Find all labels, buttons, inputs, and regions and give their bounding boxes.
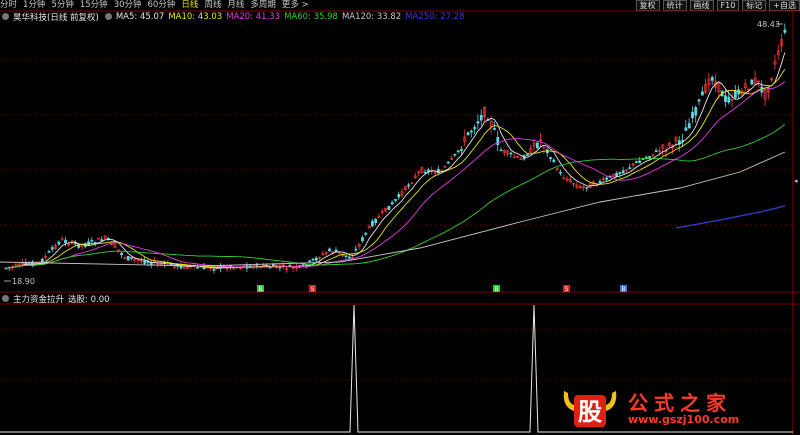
candle-body xyxy=(196,267,199,269)
candle-body xyxy=(733,90,737,98)
candle-body xyxy=(559,171,562,174)
candle-body xyxy=(479,115,483,121)
candle-body xyxy=(750,79,754,85)
candle-body xyxy=(469,130,473,133)
candle-body xyxy=(212,269,216,271)
candle-body xyxy=(460,149,463,151)
candle-body xyxy=(40,258,44,263)
kline-chart[interactable]: 48.43 18.90 B S B S B ◂ xyxy=(0,0,800,435)
candle-body xyxy=(628,167,632,169)
candle-body xyxy=(407,184,411,187)
candle-body xyxy=(648,156,652,159)
signal-marker-text: B xyxy=(621,286,625,293)
candle-body xyxy=(687,123,691,129)
candle-body xyxy=(654,150,658,152)
candle-body xyxy=(535,142,539,149)
candle-body xyxy=(361,237,364,241)
candle-body xyxy=(397,194,401,198)
candle-body xyxy=(724,95,727,103)
logo-url: www.gszj100.com xyxy=(628,413,740,426)
indicator-settings-icon[interactable] xyxy=(2,295,9,302)
candle-body xyxy=(727,96,731,103)
candle-body xyxy=(615,172,619,177)
candle-body xyxy=(347,256,351,259)
candle-body xyxy=(710,77,714,81)
candle-body xyxy=(120,252,124,255)
candle-body xyxy=(328,248,331,252)
bull-logo-icon: 股 xyxy=(563,391,617,427)
indicator-value: 选股: 0.00 xyxy=(68,294,110,305)
candle-body xyxy=(64,239,67,243)
candle-body xyxy=(598,180,602,184)
candle-body xyxy=(394,199,397,201)
candle-body xyxy=(585,187,589,189)
candle-body xyxy=(47,251,51,253)
candle-body xyxy=(390,202,394,205)
candle-body xyxy=(344,255,348,257)
candle-body xyxy=(549,157,553,160)
candle-body xyxy=(364,232,368,235)
candle-body xyxy=(621,170,625,174)
candle-body xyxy=(143,260,147,264)
ma60-line xyxy=(5,123,786,269)
candle-body xyxy=(90,239,94,242)
logo-mark: 股 xyxy=(578,398,602,426)
candle-body xyxy=(301,264,305,266)
candle-body xyxy=(493,128,496,130)
signal-marker-text: S xyxy=(565,286,569,293)
low-label: 18.90 xyxy=(12,277,35,286)
candle-body xyxy=(374,218,378,223)
indicator-legend: 主力资金拉升 选股: 0.00 xyxy=(0,293,114,305)
candle-body xyxy=(552,159,556,162)
candle-body xyxy=(308,260,312,263)
high-label: 48.43 xyxy=(757,20,780,29)
candle-body xyxy=(684,127,688,131)
candle-body xyxy=(93,241,97,244)
candle-body xyxy=(691,111,694,119)
candle-body xyxy=(466,132,470,136)
site-logo: 股 公式之家 www.gszj100.com xyxy=(560,385,795,433)
scroll-arrow: ◂ xyxy=(794,177,798,185)
candle-body xyxy=(476,121,480,124)
candle-body xyxy=(370,220,374,227)
candle-body xyxy=(314,257,318,261)
signal-marker-text: S xyxy=(311,286,315,293)
candle-body xyxy=(694,107,698,116)
candle-body xyxy=(130,257,133,259)
candle-body xyxy=(618,172,622,175)
signal-marker-text: B xyxy=(494,286,498,293)
candle-body xyxy=(783,29,787,33)
candle-body xyxy=(644,156,648,159)
candle-body xyxy=(446,161,450,164)
candle-body xyxy=(354,248,358,251)
signal-marker-text: B xyxy=(258,286,262,293)
candle-body xyxy=(634,161,638,163)
ma10-line xyxy=(5,68,786,269)
candle-body xyxy=(57,241,61,245)
candle-body xyxy=(387,205,391,210)
candle-body xyxy=(700,91,704,96)
ma20-line xyxy=(5,81,786,269)
candle-body xyxy=(526,154,529,156)
candle-body xyxy=(456,150,460,152)
candle-body xyxy=(50,247,54,250)
candle-body xyxy=(499,149,503,152)
candle-body xyxy=(334,249,338,253)
indicator-name: 主力资金拉升 xyxy=(13,294,65,305)
candle-body xyxy=(473,127,477,130)
candle-body xyxy=(453,153,457,156)
candle-body xyxy=(605,177,609,180)
candle-body xyxy=(146,261,150,264)
candle-body xyxy=(126,255,130,261)
candle-body xyxy=(311,258,315,261)
candle-body xyxy=(697,99,701,102)
candle-body xyxy=(638,160,642,164)
candle-body xyxy=(509,152,513,155)
ma5-line xyxy=(5,52,786,269)
candle-body xyxy=(423,171,427,174)
logo-name: 公式之家 xyxy=(628,391,732,415)
candle-body xyxy=(149,262,153,266)
candle-body xyxy=(436,169,440,174)
